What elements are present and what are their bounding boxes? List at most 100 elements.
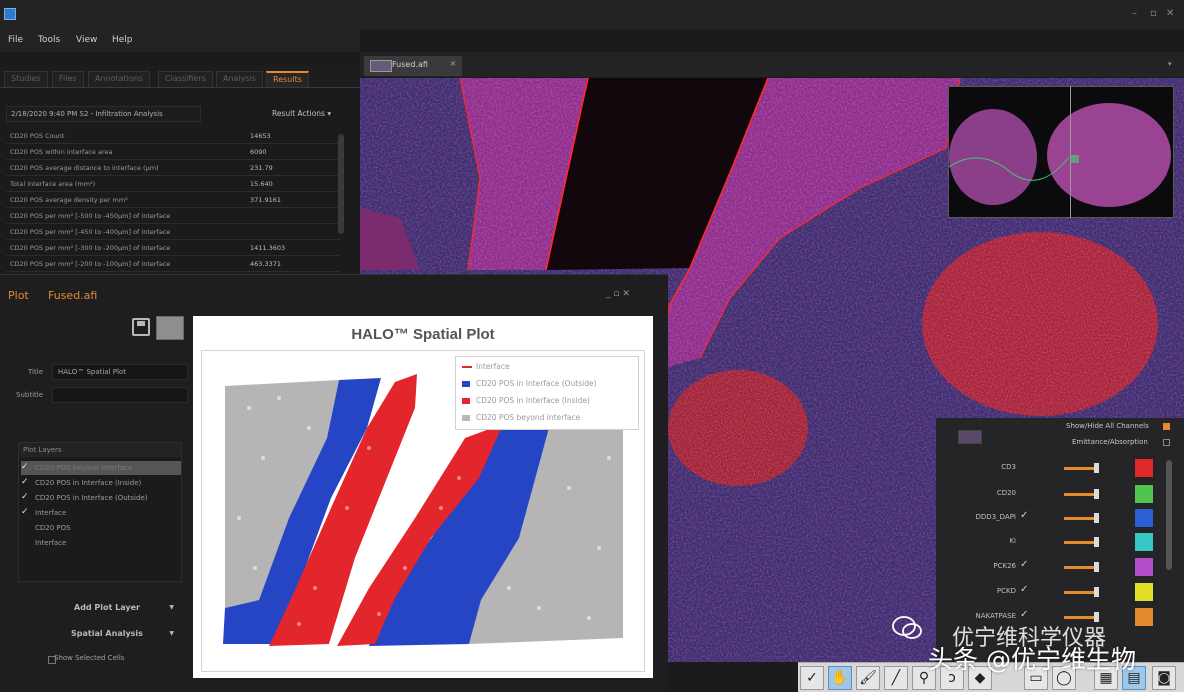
check-icon[interactable]: ✓ bbox=[21, 477, 29, 487]
table-row[interactable]: CD20 POS within interface area 6090 bbox=[6, 144, 340, 160]
layer-label: Interface bbox=[35, 539, 67, 547]
list-item[interactable]: Interface bbox=[21, 536, 181, 550]
channel-row[interactable]: CD3 bbox=[936, 456, 1160, 480]
menu-tools[interactable]: Tools bbox=[38, 35, 60, 45]
subtitle-input[interactable] bbox=[52, 387, 188, 403]
viewer-dropdown-icon[interactable]: ▾ bbox=[1168, 60, 1172, 68]
overview-thumbnail[interactable] bbox=[948, 86, 1174, 218]
list-item[interactable]: ✓ Interface bbox=[21, 506, 181, 520]
channel-name: Ki bbox=[1009, 537, 1016, 545]
brush-tool-icon[interactable]: 🖌 bbox=[856, 666, 880, 690]
channel-row[interactable]: PCK26 ✓ bbox=[936, 555, 1160, 579]
table-row[interactable]: CD20 POS average density per mm² 371.9161 bbox=[6, 192, 340, 208]
channel-row[interactable]: PCKD ✓ bbox=[936, 580, 1160, 604]
channel-color-swatch[interactable] bbox=[1134, 582, 1154, 602]
list-item[interactable]: ✓ CD20 POS in Interface (Outside) bbox=[21, 491, 181, 505]
result-label: CD20 POS per mm² [-500 to -450µm] of int… bbox=[10, 212, 171, 220]
table-row[interactable]: CD20 POS per mm² [-450 to -400µm] of int… bbox=[6, 224, 340, 240]
check-icon: ✓ bbox=[1020, 584, 1029, 595]
table-row[interactable]: CD20 POS per mm² [-300 to -200µm] of int… bbox=[6, 240, 340, 256]
channels-scrollbar[interactable] bbox=[1166, 460, 1172, 570]
show-hide-all-channels-label: Show/Hide All Channels bbox=[1066, 422, 1149, 430]
channel-color-swatch[interactable] bbox=[1134, 484, 1154, 504]
tab-studies[interactable]: Studies bbox=[4, 71, 48, 87]
add-plot-layer-button[interactable]: Add Plot Layer ▼ bbox=[34, 600, 180, 618]
tab-plot[interactable]: Plot bbox=[8, 289, 29, 302]
tab-results[interactable]: Results bbox=[266, 71, 309, 87]
check-tool-icon[interactable]: ✓ bbox=[800, 666, 824, 690]
viewer-tab-close-icon[interactable]: ✕ bbox=[450, 60, 456, 68]
list-item[interactable]: ✓ CD20 POS in Interface (Inside) bbox=[21, 476, 181, 490]
app-icon bbox=[4, 8, 16, 20]
spatial-analysis-button[interactable]: Spatial Analysis ▼ bbox=[34, 626, 180, 644]
check-icon: ✓ bbox=[1020, 559, 1029, 570]
channel-color-swatch[interactable] bbox=[1134, 607, 1154, 627]
legend-swatch bbox=[462, 415, 470, 421]
viewer-tab-label: Fused.afi bbox=[392, 60, 428, 69]
maximize-button[interactable]: ▫ bbox=[1150, 8, 1157, 19]
layer-label: CD20 POS beyond interface bbox=[35, 464, 133, 472]
table-row[interactable]: Total interface area (mm²) 15.640 bbox=[6, 176, 340, 192]
analysis-row: 2/18/2020 9:40 PM S2 - Infiltration Anal… bbox=[6, 106, 354, 124]
menu-help[interactable]: Help bbox=[112, 35, 133, 45]
result-value: 6090 bbox=[250, 148, 267, 156]
table-row[interactable]: CD20 POS Count 14653 bbox=[6, 128, 340, 144]
show-hide-all-checkbox[interactable] bbox=[1163, 423, 1170, 430]
emittance-absorption-checkbox[interactable] bbox=[1163, 439, 1170, 446]
check-icon[interactable]: ✓ bbox=[21, 507, 29, 517]
export-image-icon[interactable] bbox=[156, 316, 184, 340]
check-icon[interactable]: ✓ bbox=[21, 462, 29, 472]
channel-color-swatch[interactable] bbox=[1134, 557, 1154, 577]
slider-handle[interactable] bbox=[1094, 587, 1099, 597]
channel-name: NAKATPASE bbox=[975, 612, 1016, 620]
add-plot-layer-label: Add Plot Layer bbox=[74, 603, 140, 612]
channel-preview-swatch bbox=[958, 430, 982, 444]
slider-handle[interactable] bbox=[1094, 489, 1099, 499]
menu-file[interactable]: File bbox=[8, 35, 23, 45]
save-icon[interactable] bbox=[132, 318, 150, 336]
results-scrollbar[interactable] bbox=[338, 134, 344, 234]
analysis-select[interactable]: 2/18/2020 9:40 PM S2 - Infiltration Anal… bbox=[6, 106, 201, 122]
intensity-slider[interactable] bbox=[1064, 467, 1098, 470]
channel-row[interactable]: Ki bbox=[936, 530, 1160, 554]
slider-handle[interactable] bbox=[1094, 513, 1099, 523]
slider-handle[interactable] bbox=[1094, 562, 1099, 572]
channel-color-swatch[interactable] bbox=[1134, 532, 1154, 552]
intensity-slider[interactable] bbox=[1064, 517, 1098, 520]
channel-color-swatch[interactable] bbox=[1134, 458, 1154, 478]
intensity-slider[interactable] bbox=[1064, 591, 1098, 594]
intensity-slider[interactable] bbox=[1064, 616, 1098, 619]
legend-label: CD20 POS beyond interface bbox=[476, 413, 581, 422]
result-value: 15.640 bbox=[250, 180, 273, 188]
close-button[interactable]: ✕ bbox=[1166, 8, 1174, 19]
list-item[interactable]: CD20 POS bbox=[21, 521, 181, 535]
table-row[interactable]: CD20 POS per mm² [-200 to -100µm] of int… bbox=[6, 256, 340, 272]
tab-files[interactable]: Files bbox=[52, 71, 84, 87]
intensity-slider[interactable] bbox=[1064, 566, 1098, 569]
pen-tool-icon[interactable]: ╱ bbox=[884, 666, 908, 690]
list-item[interactable]: ✓ CD20 POS beyond interface bbox=[21, 461, 181, 475]
check-icon[interactable]: ✓ bbox=[21, 492, 29, 502]
channel-row[interactable]: CD20 bbox=[936, 482, 1160, 506]
menu-view[interactable]: View bbox=[76, 35, 97, 45]
plot-window-controls[interactable]: _ ▫ ✕ bbox=[606, 289, 630, 299]
tab-analysis[interactable]: Analysis bbox=[216, 71, 263, 87]
legend-swatch bbox=[462, 381, 470, 387]
hand-tool-icon[interactable]: ✋ bbox=[828, 666, 852, 690]
result-actions-button[interactable]: Result Actions ▾ bbox=[268, 106, 354, 122]
slider-handle[interactable] bbox=[1094, 537, 1099, 547]
tab-annotations[interactable]: Annotations bbox=[88, 71, 151, 87]
result-value: 231.79 bbox=[250, 164, 273, 172]
title-input[interactable]: HALO™ Spatial Plot bbox=[52, 364, 188, 380]
tab-classifiers[interactable]: Classifiers bbox=[158, 71, 213, 87]
camera-tool-icon[interactable]: ◙ bbox=[1152, 666, 1176, 690]
table-row[interactable]: CD20 POS per mm² [-500 to -450µm] of int… bbox=[6, 208, 340, 224]
channel-color-swatch[interactable] bbox=[1134, 508, 1154, 528]
tab-fused-file[interactable]: Fused.afi bbox=[48, 289, 97, 302]
table-row[interactable]: CD20 POS average distance to interface (… bbox=[6, 160, 340, 176]
intensity-slider[interactable] bbox=[1064, 493, 1098, 496]
channel-row[interactable]: DDD3_DAPI ✓ bbox=[936, 506, 1160, 530]
intensity-slider[interactable] bbox=[1064, 541, 1098, 544]
minimize-button[interactable]: – bbox=[1132, 8, 1137, 19]
slider-handle[interactable] bbox=[1094, 463, 1099, 473]
